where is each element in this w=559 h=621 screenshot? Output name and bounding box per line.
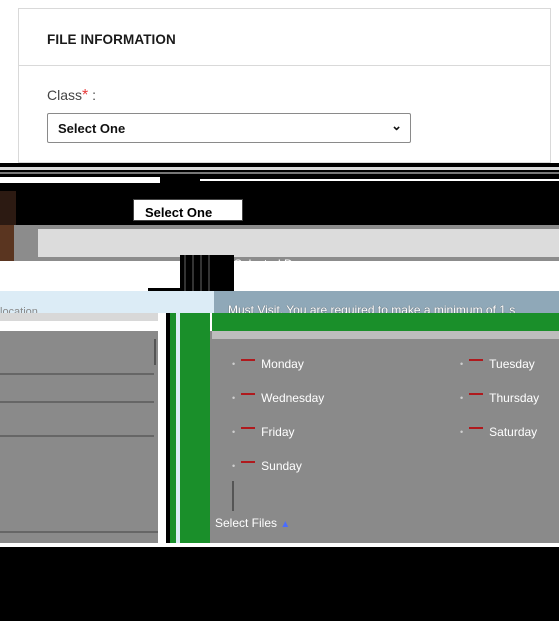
select-files-button[interactable]: Select Files ▲ — [215, 516, 290, 530]
checkbox-icon[interactable] — [469, 427, 484, 437]
glitch-stripe — [200, 179, 559, 181]
dot-marker: • — [232, 393, 236, 403]
checkbox-icon[interactable] — [241, 393, 256, 403]
checkbox-icon[interactable] — [469, 359, 484, 369]
file-information-panel: FILE INFORMATION Class* : Select One ⌄ — [18, 8, 551, 163]
glitch-divider — [158, 313, 166, 547]
dot-marker: • — [460, 427, 464, 437]
dot-marker: • — [232, 427, 236, 437]
selected-days-label: Selected Days — [234, 257, 312, 271]
class-select[interactable]: Select One ⌄ — [47, 113, 411, 143]
glitch-stripe — [0, 313, 160, 321]
day-option-saturday[interactable]: • Saturday — [460, 425, 537, 439]
dot-marker: • — [460, 359, 464, 369]
second-select-value: Select One — [145, 205, 213, 220]
day-option-friday[interactable]: • Friday — [232, 425, 295, 439]
dot-marker: • — [232, 359, 236, 369]
class-select-value: Select One — [58, 121, 126, 136]
chevron-down-icon: ⌄ — [391, 118, 402, 133]
glitch-stripe — [0, 167, 559, 170]
day-option-wednesday[interactable]: • Wednesday — [232, 391, 324, 405]
day-label: Thursday — [489, 391, 540, 405]
checkbox-icon[interactable] — [241, 461, 256, 471]
day-label: Monday — [261, 357, 304, 371]
glitch-left-line — [0, 339, 156, 365]
glitch-block — [0, 191, 16, 225]
glitch-divider — [176, 313, 180, 547]
day-label: Friday — [261, 425, 295, 439]
glitch-stripe — [232, 481, 234, 511]
glitch-left-line — [0, 435, 154, 437]
glitch-stripe — [0, 177, 160, 183]
panel-header: FILE INFORMATION — [19, 9, 550, 66]
glitch-stripe — [212, 331, 559, 339]
day-option-tuesday[interactable]: • Tuesday — [460, 357, 535, 371]
dot-marker: • — [232, 461, 236, 471]
glitch-stripe — [0, 172, 559, 174]
day-label: Sunday — [261, 459, 302, 473]
checkbox-icon[interactable] — [469, 393, 484, 403]
glitch-green-band — [212, 313, 559, 331]
glitch-block — [0, 225, 14, 261]
upload-icon: ▲ — [280, 519, 291, 530]
class-label: Class* : — [47, 87, 96, 105]
class-label-text: Class — [47, 87, 83, 103]
glitched-form-area: Select One Selected Days location Must V… — [0, 163, 559, 621]
day-label: Wednesday — [261, 391, 325, 405]
checkbox-icon[interactable] — [241, 359, 256, 369]
glitch-left-line — [0, 531, 158, 533]
day-option-thursday[interactable]: • Thursday — [460, 391, 539, 405]
glitch-band-bottom — [0, 547, 559, 621]
glitch-input-bar — [38, 229, 559, 257]
glitch-left-line — [0, 373, 154, 375]
day-option-monday[interactable]: • Monday — [232, 357, 304, 371]
select-files-label: Select Files — [215, 516, 278, 530]
class-label-colon: : — [88, 87, 97, 103]
day-option-sunday[interactable]: • Sunday — [232, 459, 302, 473]
dot-marker: • — [460, 393, 464, 403]
day-label: Tuesday — [489, 357, 535, 371]
day-label: Saturday — [489, 425, 538, 439]
glitch-left-line — [0, 401, 154, 403]
panel-title: FILE INFORMATION — [47, 32, 176, 47]
checkbox-icon[interactable] — [241, 427, 256, 437]
